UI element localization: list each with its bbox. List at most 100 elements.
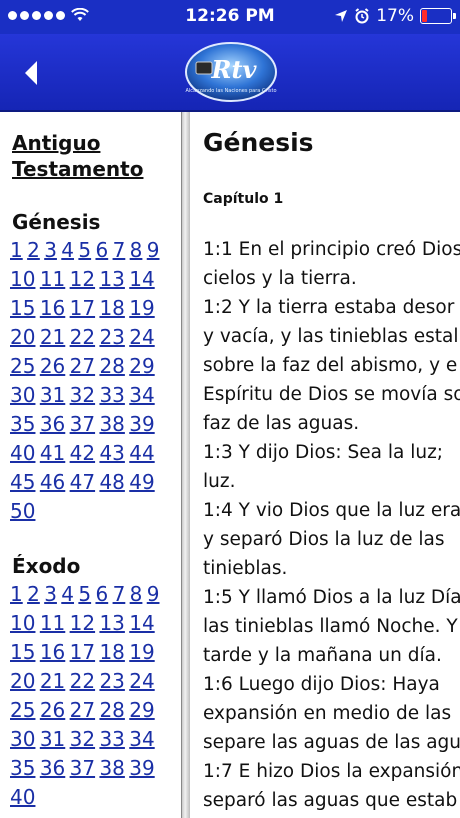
chapter-link[interactable]: 50 — [10, 499, 35, 523]
chapter-link[interactable]: 3 — [44, 238, 57, 262]
chapter-link[interactable]: 40 — [10, 785, 35, 809]
chapter-link[interactable]: 24 — [129, 669, 154, 693]
chapter-link[interactable]: 37 — [70, 756, 95, 780]
books-list: Génesis 1 2 3 4 5 6 7 8 9 10 11 12 13 14 15… — [0, 210, 180, 812]
chapter-link[interactable]: 4 — [61, 582, 74, 606]
chapter-link[interactable]: 27 — [70, 354, 95, 378]
chapter-link[interactable]: 45 — [10, 470, 35, 494]
chapter-link[interactable]: 13 — [99, 611, 124, 635]
chapter-link[interactable]: 9 — [147, 238, 160, 262]
chapter-link[interactable]: 7 — [113, 582, 126, 606]
chapter-link[interactable]: 8 — [130, 582, 143, 606]
chapter-link[interactable]: 10 — [10, 267, 35, 291]
chapter-link[interactable]: 47 — [70, 470, 95, 494]
chapter-link[interactable]: 27 — [70, 698, 95, 722]
chapter-link[interactable]: 17 — [70, 640, 95, 664]
chapter-link[interactable]: 44 — [129, 441, 154, 465]
chapter-link[interactable]: 38 — [99, 412, 124, 436]
chapter-link[interactable]: 21 — [40, 669, 65, 693]
chapter-link[interactable]: 32 — [70, 383, 95, 407]
chapter-link[interactable]: 10 — [10, 611, 35, 635]
chapter-link[interactable]: 7 — [113, 238, 126, 262]
chapter-link[interactable]: 33 — [99, 727, 124, 751]
chapter-link[interactable]: 26 — [40, 698, 65, 722]
chapter-title: Capítulo 1 — [203, 191, 284, 207]
chapter-link[interactable]: 23 — [99, 325, 124, 349]
chapter-link[interactable]: 26 — [40, 354, 65, 378]
chapter-link[interactable]: 22 — [70, 669, 95, 693]
pane-divider[interactable] — [181, 112, 190, 818]
chapter-link[interactable]: 1 — [10, 238, 23, 262]
chapter-link[interactable]: 8 — [130, 238, 143, 262]
chapter-link[interactable]: 38 — [99, 756, 124, 780]
chapter-link[interactable]: 21 — [40, 325, 65, 349]
chapter-link[interactable]: 39 — [129, 756, 154, 780]
chapter-link[interactable]: 11 — [40, 267, 65, 291]
chapter-link[interactable]: 25 — [10, 698, 35, 722]
back-button[interactable] — [22, 56, 52, 90]
chapter-link[interactable]: 16 — [40, 640, 65, 664]
chapter-link[interactable]: 5 — [78, 582, 91, 606]
book-index-pane[interactable]: Antiguo Testamento Génesis 1 2 3 4 5 6 7 … — [0, 112, 180, 818]
chapter-link[interactable]: 17 — [70, 296, 95, 320]
chapter-link[interactable]: 22 — [70, 325, 95, 349]
chapter-link[interactable]: 20 — [10, 325, 35, 349]
chapter-link[interactable]: 19 — [129, 640, 154, 664]
chapter-link[interactable]: 13 — [99, 267, 124, 291]
chapter-link[interactable]: 42 — [70, 441, 95, 465]
chapter-link[interactable]: 2 — [27, 238, 40, 262]
chapter-link[interactable]: 16 — [40, 296, 65, 320]
chapter-link[interactable]: 49 — [129, 470, 154, 494]
chapter-row: 10 11 12 13 14 — [10, 265, 180, 294]
chapter-link[interactable]: 39 — [129, 412, 154, 436]
chapter-link[interactable]: 34 — [129, 727, 154, 751]
chapter-link[interactable]: 15 — [10, 296, 35, 320]
verse-line: 1:5 Y llamó Dios a la luz Día — [203, 587, 460, 608]
chapter-link[interactable]: 48 — [99, 470, 124, 494]
chapter-link[interactable]: 43 — [99, 441, 124, 465]
testament-heading[interactable]: Antiguo Testamento — [12, 130, 180, 182]
chapter-link[interactable]: 30 — [10, 727, 35, 751]
chapter-link[interactable]: 29 — [129, 698, 154, 722]
chapter-link[interactable]: 3 — [44, 582, 57, 606]
verse-line: y separó Dios la luz de las — [203, 529, 445, 550]
chapter-link[interactable]: 18 — [99, 640, 124, 664]
chapter-link[interactable]: 1 — [10, 582, 23, 606]
chapter-link[interactable]: 36 — [40, 756, 65, 780]
chapter-link[interactable]: 34 — [129, 383, 154, 407]
chapter-link[interactable]: 37 — [70, 412, 95, 436]
chapter-link[interactable]: 29 — [129, 354, 154, 378]
chapter-link[interactable]: 46 — [40, 470, 65, 494]
reading-pane[interactable]: Génesis Capítulo 1 1:1 En el principio c… — [190, 112, 460, 818]
chapter-link[interactable]: 35 — [10, 412, 35, 436]
chapter-link[interactable]: 30 — [10, 383, 35, 407]
chapter-link[interactable]: 19 — [129, 296, 154, 320]
chapter-link[interactable]: 14 — [129, 267, 154, 291]
chapter-link[interactable]: 20 — [10, 669, 35, 693]
chapter-link[interactable]: 33 — [99, 383, 124, 407]
chapter-link[interactable]: 18 — [99, 296, 124, 320]
chapter-link[interactable]: 6 — [95, 582, 108, 606]
chapter-link[interactable]: 28 — [99, 354, 124, 378]
chapter-link[interactable]: 12 — [70, 611, 95, 635]
chapter-link[interactable]: 11 — [40, 611, 65, 635]
chapter-link[interactable]: 36 — [40, 412, 65, 436]
chapter-link[interactable]: 4 — [61, 238, 74, 262]
chapter-link[interactable]: 23 — [99, 669, 124, 693]
chapter-link[interactable]: 31 — [40, 727, 65, 751]
chapter-link[interactable]: 32 — [70, 727, 95, 751]
chapter-link[interactable]: 24 — [129, 325, 154, 349]
chapter-link[interactable]: 40 — [10, 441, 35, 465]
chapter-link[interactable]: 15 — [10, 640, 35, 664]
chapter-link[interactable]: 5 — [78, 238, 91, 262]
chapter-link[interactable]: 9 — [147, 582, 160, 606]
chapter-link[interactable]: 41 — [40, 441, 65, 465]
chapter-link[interactable]: 2 — [27, 582, 40, 606]
chapter-link[interactable]: 31 — [40, 383, 65, 407]
chapter-link[interactable]: 28 — [99, 698, 124, 722]
chapter-link[interactable]: 14 — [129, 611, 154, 635]
chapter-link[interactable]: 35 — [10, 756, 35, 780]
chapter-link[interactable]: 12 — [70, 267, 95, 291]
chapter-link[interactable]: 25 — [10, 354, 35, 378]
chapter-link[interactable]: 6 — [95, 238, 108, 262]
